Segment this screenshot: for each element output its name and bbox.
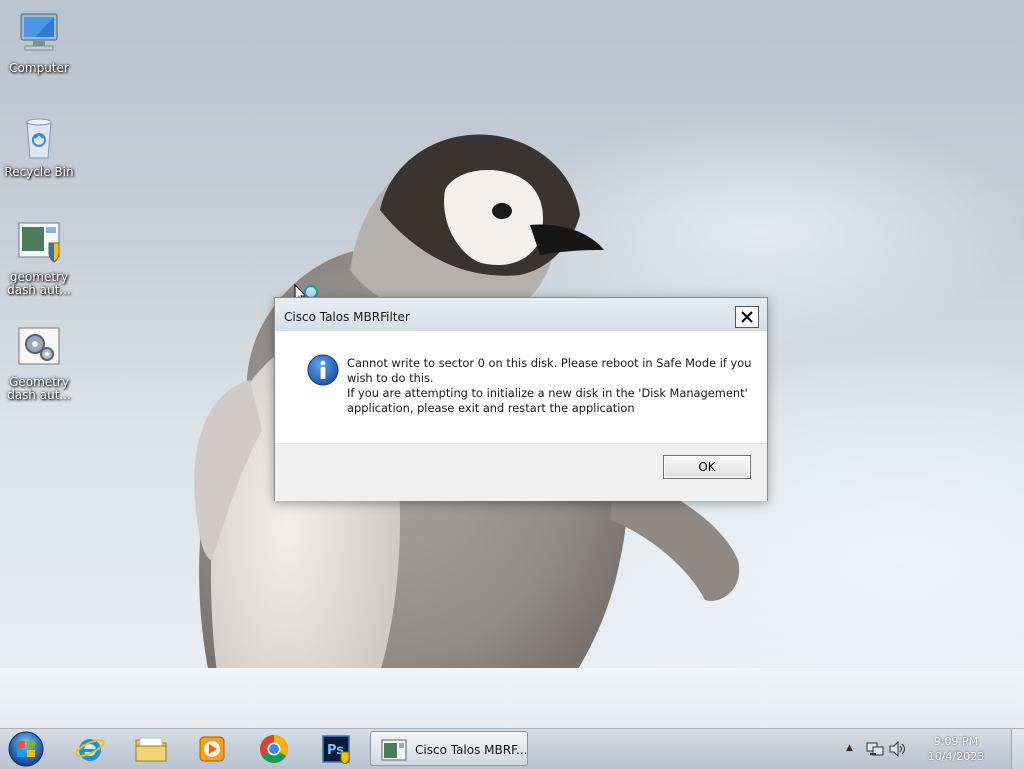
- taskbar-task-label: Cisco Talos MBRF...: [415, 743, 528, 757]
- close-icon: [741, 311, 753, 323]
- desktop: Computer Recycle Bin geometry dash aut..…: [0, 0, 1024, 728]
- photoshop-icon: Ps: [322, 735, 350, 764]
- network-icon[interactable]: [866, 741, 884, 757]
- desktop-icon-label-line2: dash aut...: [7, 388, 71, 402]
- taskbar-clock[interactable]: 9:09 PM 10/4/2023: [920, 734, 992, 764]
- dialog-message-line: wish to do this.: [347, 371, 434, 385]
- recycle-bin-icon: [26, 118, 52, 159]
- settings-gears-icon: [18, 327, 60, 365]
- ok-button[interactable]: OK: [663, 455, 751, 479]
- show-desktop-button[interactable]: [1011, 729, 1024, 769]
- dialog-message-line: If you are attempting to initialize a ne…: [347, 386, 748, 400]
- chrome-icon: [260, 735, 288, 763]
- taskbar: Ps Cisco Talos MBRF... ▲ 9:09 PM 10/4/20…: [0, 728, 1024, 769]
- taskbar-pin-internet-explorer[interactable]: [64, 732, 116, 766]
- snow-ground: [0, 668, 1024, 728]
- dialog-close-button[interactable]: [735, 306, 759, 328]
- computer-icon: [20, 13, 58, 51]
- clock-date: 10/4/2023: [927, 750, 985, 763]
- dialog-footer: OK: [275, 443, 767, 501]
- taskbar-pin-chrome[interactable]: [248, 732, 300, 766]
- media-player-icon: [199, 736, 225, 762]
- desktop-icon-geometry-dash-settings[interactable]: Geometry dash aut...: [0, 324, 78, 402]
- system-tray: ▲ 9:09 PM 10/4/2023: [842, 729, 1012, 769]
- dialog-message-line: Cannot write to sector 0 on this disk. P…: [347, 356, 752, 370]
- desktop-icon-recycle-bin[interactable]: Recycle Bin: [0, 114, 78, 179]
- show-hidden-icons-icon[interactable]: ▲: [846, 743, 853, 753]
- taskbar-pin-media-player[interactable]: [186, 732, 238, 766]
- dialog-message: Cannot write to sector 0 on this disk. P…: [347, 356, 752, 416]
- dialog-message-line: application, please exit and restart the…: [347, 401, 635, 415]
- desktop-icon-computer[interactable]: Computer: [0, 10, 78, 75]
- start-orb-icon[interactable]: [6, 731, 46, 767]
- taskbar-pin-photoshop[interactable]: Ps: [310, 732, 362, 766]
- taskbar-task-mbrfilter[interactable]: Cisco Talos MBRF...: [370, 731, 528, 766]
- dialog-titlebar[interactable]: Cisco Talos MBRFilter: [275, 298, 767, 331]
- dialog-content: Cannot write to sector 0 on this disk. P…: [281, 331, 761, 442]
- internet-explorer-icon: [75, 739, 105, 761]
- taskbar-pin-file-explorer[interactable]: [125, 732, 177, 766]
- dialog-title: Cisco Talos MBRFilter: [284, 310, 410, 324]
- desktop-icon-label: Recycle Bin: [4, 165, 74, 179]
- file-explorer-icon: [135, 737, 167, 762]
- clock-time: 9:09 PM: [933, 735, 979, 748]
- desktop-icon-label: Computer: [9, 61, 69, 75]
- app-window-icon: [381, 739, 407, 761]
- desktop-icon-label-line2: dash aut...: [7, 283, 71, 297]
- volume-icon[interactable]: [888, 741, 908, 757]
- installer-shield-icon: [18, 222, 60, 263]
- info-icon: [307, 354, 339, 386]
- desktop-icon-geometry-dash-installer[interactable]: geometry dash aut...: [0, 219, 78, 297]
- message-dialog: Cisco Talos MBRFilter Cannot write to se…: [274, 297, 768, 501]
